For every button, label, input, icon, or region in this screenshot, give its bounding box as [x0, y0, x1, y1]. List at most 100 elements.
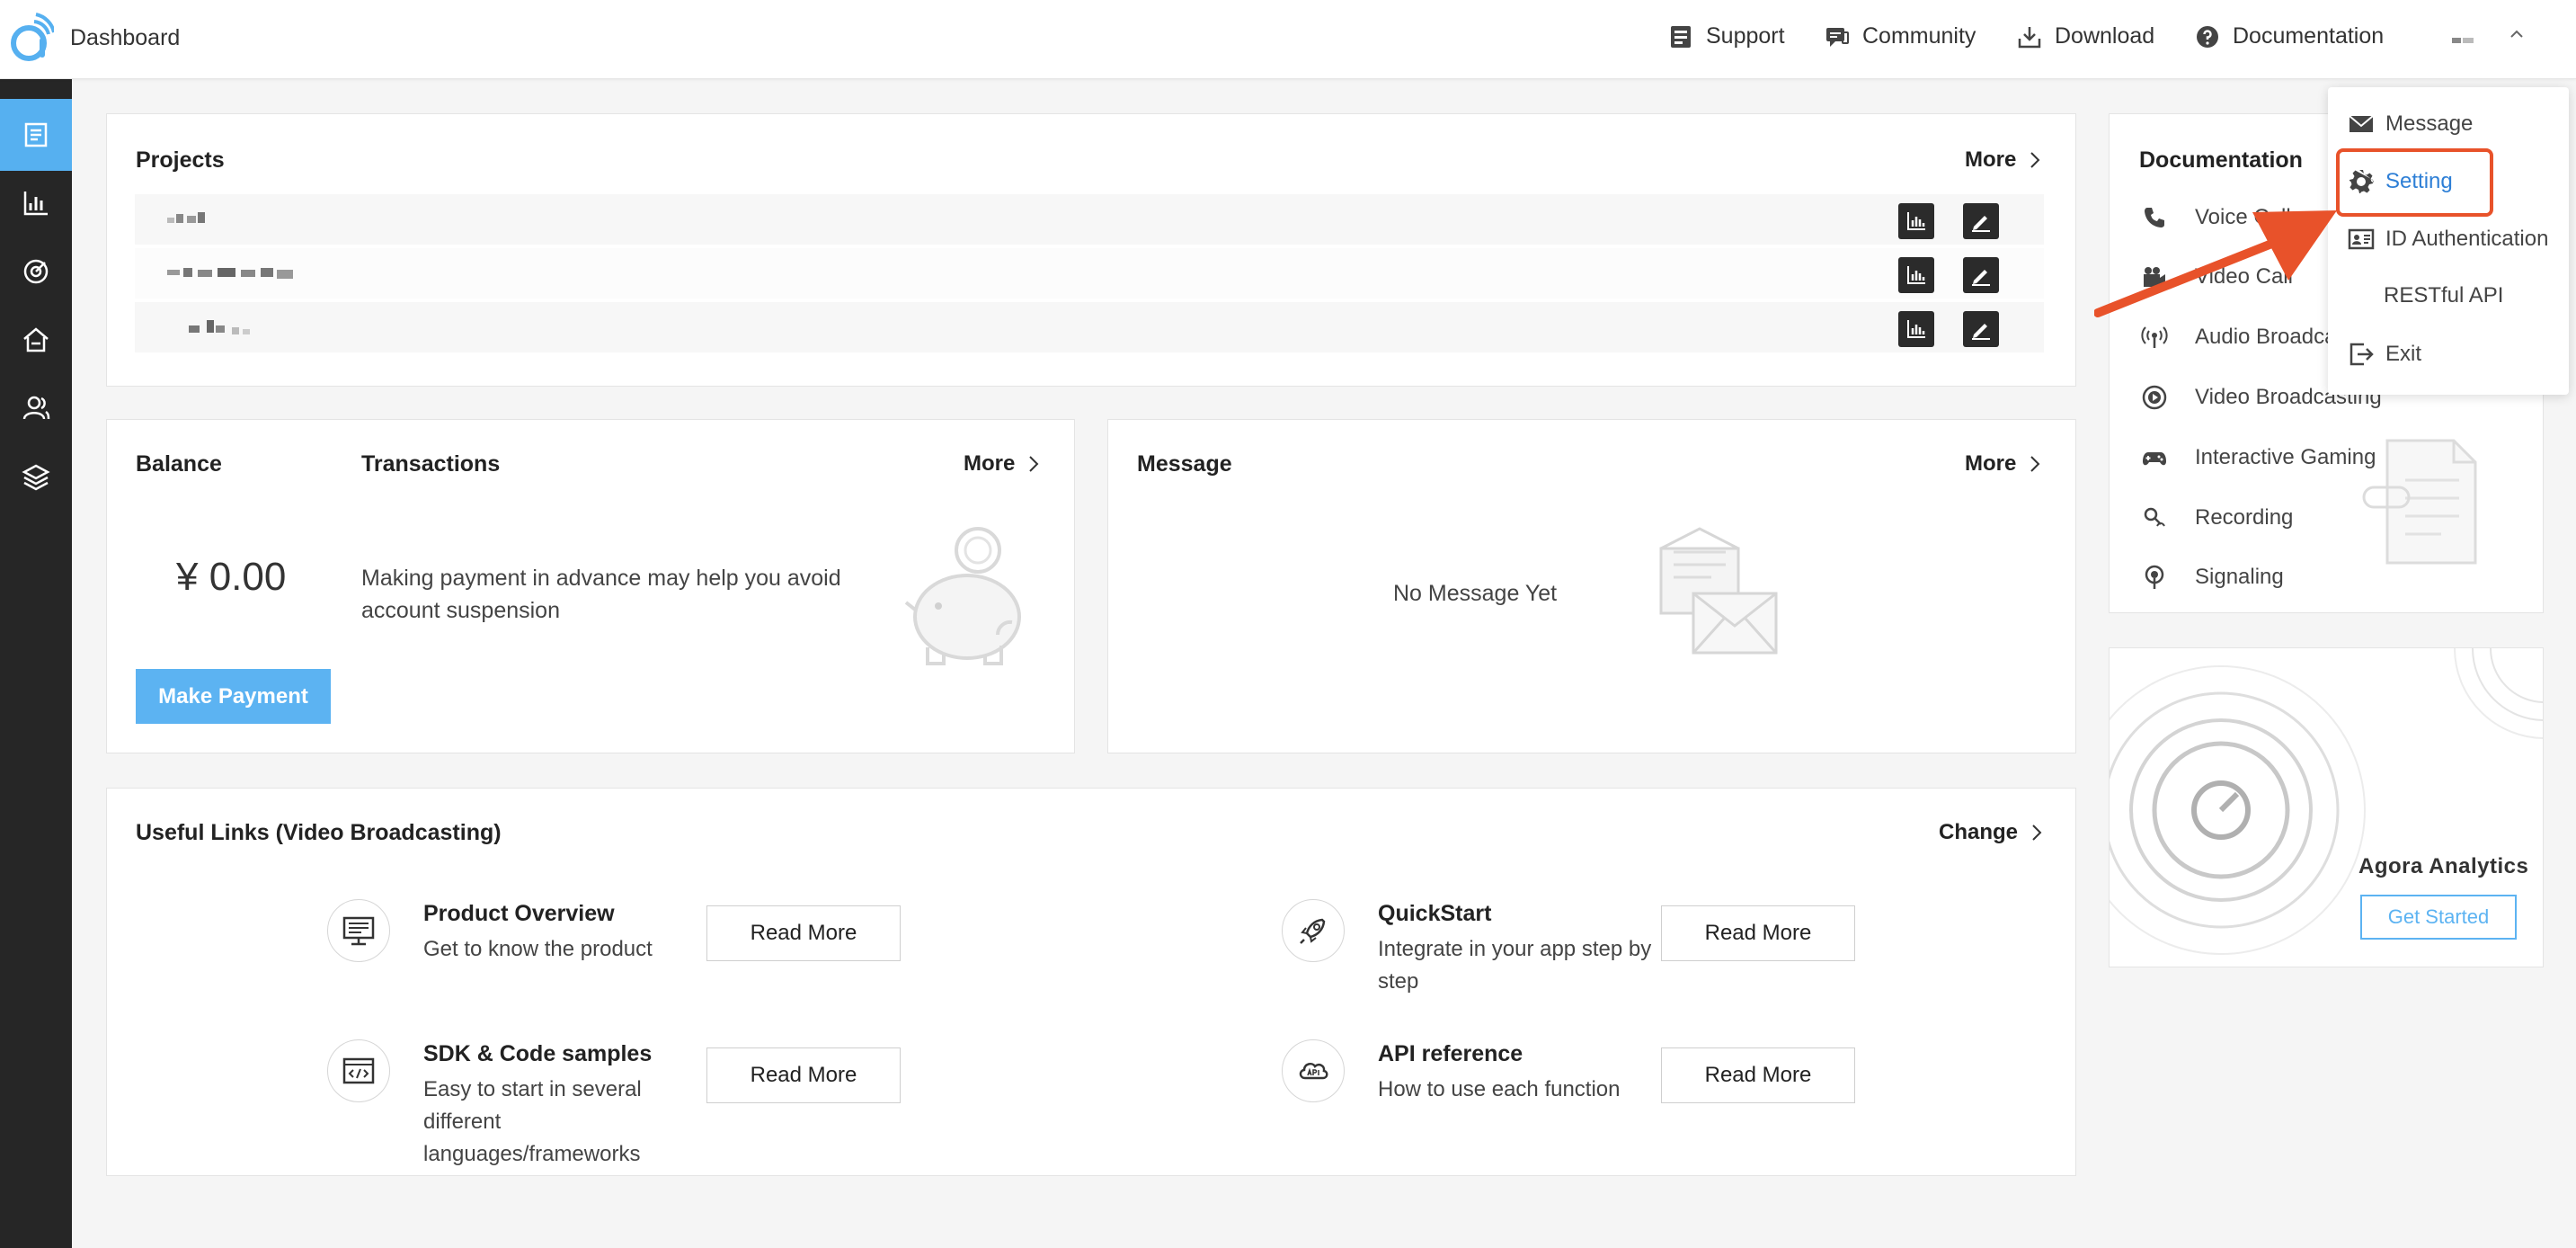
project-row[interactable] — [135, 302, 2044, 352]
project-edit-button[interactable] — [1963, 257, 1999, 293]
sidebar — [0, 79, 72, 1248]
api-reference-title: API reference — [1378, 1041, 1523, 1066]
menu-item-message[interactable]: Message — [2348, 111, 2473, 138]
project-edit-button[interactable] — [1963, 311, 1999, 347]
menu-item-exit[interactable]: Exit — [2348, 341, 2421, 368]
project-name-redacted — [189, 320, 250, 334]
menu-item-label: ID Authentication — [2385, 227, 2549, 251]
quickstart-read-more-button[interactable]: Read More — [1661, 905, 1855, 961]
doc-item-interactive-gaming[interactable]: Interactive Gaming — [2141, 444, 2376, 471]
download-icon — [2018, 26, 2041, 48]
make-payment-button[interactable]: Make Payment — [136, 669, 331, 724]
product-overview-desc: Get to know the product — [423, 937, 653, 961]
support-icon — [1671, 25, 1691, 48]
useful-link-icon — [1282, 1039, 1345, 1102]
chevron-right-icon — [2030, 456, 2040, 472]
project-row[interactable] — [135, 248, 2044, 299]
stats-icon — [1907, 320, 1925, 338]
product-overview-title: Product Overview — [423, 901, 615, 926]
doc-item-recording[interactable]: Recording — [2141, 504, 2293, 531]
project-edit-button[interactable] — [1963, 203, 1999, 239]
annotation-arrow-icon — [2094, 210, 2337, 317]
broadcast-icon — [2141, 326, 2168, 348]
projects-more-label: More — [1965, 147, 2017, 172]
menu-item-restful-api[interactable]: RESTful API — [2384, 283, 2503, 308]
transactions-title: Transactions — [361, 451, 501, 477]
code-icon — [342, 1057, 375, 1084]
balance-description: Making payment in advance may help you a… — [361, 566, 841, 623]
signal-icon — [2145, 565, 2164, 589]
nav-documentation-label: Documentation — [2233, 23, 2385, 49]
useful-link-icon — [1282, 899, 1345, 962]
message-more-link[interactable]: More — [1965, 451, 2041, 477]
nav-support[interactable]: Support — [1668, 23, 1785, 49]
sidebar-item-home[interactable] — [0, 304, 72, 376]
nav-documentation[interactable]: Documentation — [2195, 23, 2384, 49]
doc-item-signaling[interactable]: Signaling — [2141, 564, 2284, 591]
document-illustration-icon — [2362, 439, 2477, 565]
api-cloud-icon — [1299, 1062, 1328, 1080]
nav-community-label: Community — [1862, 23, 1976, 49]
sdk-code-samples-read-more-button[interactable]: Read More — [706, 1047, 901, 1103]
nav-download[interactable]: Download — [2017, 23, 2154, 49]
project-stats-button[interactable] — [1898, 203, 1934, 239]
analytics-title: Agora Analytics — [2358, 854, 2529, 878]
chevron-right-icon — [2032, 825, 2042, 841]
transactions-more-label: More — [964, 451, 1016, 476]
no-message-text: No Message Yet — [1393, 581, 1558, 606]
chevron-right-icon — [2030, 152, 2040, 168]
documentation-title: Documentation — [2139, 147, 2303, 173]
quickstart-desc: Integrate in your app step by step — [1378, 937, 1652, 994]
useful-link-icon — [327, 1039, 390, 1102]
product-overview-read-more-button[interactable]: Read More — [706, 905, 901, 961]
analytics-icon — [23, 192, 48, 216]
chevron-up-icon[interactable] — [2508, 25, 2526, 43]
menu-item-label: RESTful API — [2384, 283, 2504, 308]
sidebar-item-users[interactable] — [0, 372, 72, 444]
menu-item-label: Exit — [2385, 342, 2422, 366]
doc-item-label: Signaling — [2195, 565, 2284, 589]
pencil-icon — [1972, 270, 1990, 286]
account-dropdown-menu: Message Setting ID Authentication RESTfu… — [2328, 87, 2569, 395]
account-avatar[interactable] — [2452, 36, 2475, 45]
agora-logo-icon[interactable] — [7, 11, 54, 65]
sidebar-item-target[interactable] — [0, 236, 72, 308]
doc-item-label: Recording — [2195, 505, 2294, 530]
sidebar-item-layers[interactable] — [0, 441, 72, 513]
projects-icon — [24, 122, 48, 147]
stats-icon — [1907, 212, 1925, 230]
target-icon — [23, 259, 49, 284]
useful-links-change-link[interactable]: Change — [1939, 820, 2043, 845]
useful-link-icon — [327, 899, 390, 962]
projects-more-link[interactable]: More — [1965, 147, 2041, 173]
get-started-button[interactable]: Get Started — [2360, 895, 2517, 940]
nav-support-label: Support — [1706, 23, 1785, 49]
documentation-icon — [2197, 25, 2218, 48]
message-title: Message — [1137, 451, 1232, 477]
sidebar-item-projects[interactable] — [0, 99, 72, 171]
envelope-icon — [1659, 527, 1778, 655]
monitor-icon — [342, 916, 375, 946]
useful-links-change-label: Change — [1939, 820, 2019, 844]
layers-icon — [22, 464, 50, 491]
page-title: Dashboard — [70, 25, 181, 50]
pencil-icon — [1972, 324, 1990, 340]
stats-icon — [1907, 266, 1925, 284]
rocket-icon — [1300, 918, 1326, 944]
chevron-right-icon — [1029, 456, 1039, 472]
project-stats-button[interactable] — [1898, 257, 1934, 293]
menu-item-id-authentication[interactable]: ID Authentication — [2348, 226, 2548, 253]
sidebar-item-analytics[interactable] — [0, 167, 72, 239]
mail-icon — [2349, 115, 2374, 132]
exit-icon — [2349, 343, 2374, 366]
useful-links-title: Useful Links (Video Broadcasting) — [136, 820, 502, 845]
nav-download-label: Download — [2055, 23, 2155, 49]
api-reference-read-more-button[interactable]: Read More — [1661, 1047, 1855, 1103]
balance-amount: ¥ 0.00 — [176, 555, 287, 599]
menu-item-label: Message — [2385, 111, 2474, 136]
pencil-icon — [1972, 216, 1990, 232]
nav-community[interactable]: Community — [1825, 23, 1976, 49]
project-row[interactable] — [135, 194, 2044, 245]
transactions-more-link[interactable]: More — [964, 451, 1040, 477]
project-stats-button[interactable] — [1898, 311, 1934, 347]
